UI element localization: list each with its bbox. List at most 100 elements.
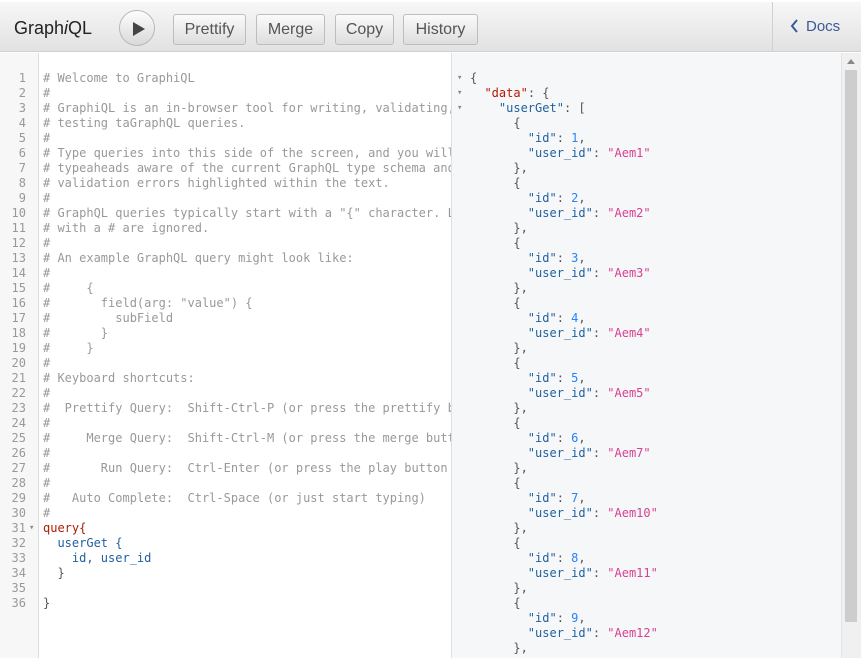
line-number: 10 [11,206,26,220]
code-line[interactable]: 5 # [0,131,451,146]
json-text: "id": 7, [470,491,586,506]
json-text: "user_id": "Aem10" [470,506,658,521]
json-token-punct: : [592,446,608,460]
json-token-punct: : [592,626,608,640]
result-scrollbar[interactable] [841,53,861,658]
prettify-button[interactable]: Prettify [173,14,246,45]
code-text: # [43,476,51,490]
json-text: { [470,476,520,491]
code-line[interactable]: 4 # testing taGraphQL queries. [0,116,451,131]
line-number: 6 [18,146,26,160]
code-line[interactable]: 15 # { [0,281,451,296]
line-number: 17 [11,311,26,325]
line-number: 27 [11,461,26,475]
code-line[interactable]: 26 # [0,446,451,461]
result-line: "user_id": "Aem4" [452,326,842,341]
code-line[interactable]: 9 # [0,191,451,206]
history-button[interactable]: History [403,14,478,45]
code-line[interactable]: 33 id, user_id [0,551,451,566]
json-token-punct: }, [470,581,528,595]
play-icon [133,22,145,36]
json-text: "userGet": [ [470,101,586,116]
result-line: "id": 6, [452,431,842,446]
code-line[interactable]: 36} [0,596,451,611]
code-line[interactable]: 31 ▾ query{ [0,521,451,536]
json-token-punct: { [470,296,521,310]
code-line[interactable]: 11 # with a # are ignored. [0,221,451,236]
code-line[interactable]: 2 # [0,86,451,101]
code-line[interactable]: 7 # typeaheads aware of the current Graph… [0,161,451,176]
code-line[interactable]: 20 # [0,356,451,371]
code-text: # GraphiQL is an in-browser tool for wri… [43,101,451,115]
code-line[interactable]: 27 # Run Query: Ctrl-Enter (or press the … [0,461,451,476]
code-text: userGet { [43,536,123,550]
code-line[interactable]: 35 [0,581,451,596]
code-line[interactable]: 10 # GraphQL queries typically start with… [0,206,451,221]
fold-arrow-icon[interactable]: ▾ [457,86,462,101]
code-line[interactable]: 23 # Prettify Query: Shift-Ctrl-P (or pre… [0,401,451,416]
code-text: # Welcome to GraphiQL [43,71,195,85]
code-line[interactable]: 6 # Type queries into this side of the sc… [0,146,451,161]
line-number: 26 [11,446,26,460]
fold-arrow-icon[interactable]: ▾ [29,521,34,536]
json-token-key: "id" [527,131,557,145]
code-line[interactable]: 22 # [0,386,451,401]
merge-button[interactable]: Merge [256,14,325,45]
code-line[interactable]: 18 # } [0,326,451,341]
json-token-punct: : [556,311,572,325]
docs-button[interactable]: Docs [772,2,861,51]
code-line[interactable]: 17 # subField [0,311,451,326]
query-editor[interactable]: 1 # Welcome to GraphiQL 2 #3 # GraphiQL is a… [0,53,451,658]
result-line: "id": 7, [452,491,842,506]
line-number: 11 [11,221,26,235]
code-line[interactable]: 19 # } [0,341,451,356]
code-line[interactable]: 8 # validation errors highlighted within … [0,176,451,191]
code-line[interactable]: 25 # Merge Query: Shift-Ctrl-M (or press … [0,431,451,446]
code-line[interactable]: 13 # An example GraphQL query might look … [0,251,451,266]
json-token-punct [470,626,528,640]
code-text: # An example GraphQL query might look li… [43,251,354,265]
result-line: { [452,236,842,251]
code-line[interactable]: 16 # field(arg: "value") { [0,296,451,311]
code-line[interactable]: 29 # Auto Complete: Ctrl-Space (or just s… [0,491,451,506]
code-line[interactable]: 12 # [0,236,451,251]
code-text: # { [43,281,94,295]
json-text: }, [470,581,528,596]
result-line: "id": 5, [452,371,842,386]
result-line: }, [452,281,842,296]
line-number: 33 [11,551,26,565]
line-number: 4 [18,116,26,130]
json-text: { [470,176,520,191]
json-token-key: "user_id" [527,446,593,460]
json-text: { [470,416,521,431]
scroll-up-arrow-icon[interactable] [847,58,855,64]
scrollbar-thumb[interactable] [845,70,857,622]
json-token-punct: : [556,371,572,385]
code-line[interactable]: 3 # GraphiQL is an in-browser tool for wr… [0,101,451,116]
fold-arrow-icon[interactable]: ▾ [457,71,462,86]
json-token-key: "userGet" [498,101,564,115]
code-text: } [43,596,51,610]
line-number: 9 [18,191,26,205]
code-line[interactable]: 34 } [0,566,451,581]
line-number: 19 [11,341,26,355]
fold-arrow-icon[interactable]: ▾ [457,101,462,116]
json-token-punct: { [470,416,521,430]
json-text: "id": 5, [470,371,586,386]
json-token-str: "Aem10" [607,506,658,520]
json-token-punct: : [592,386,608,400]
json-token-punct: }, [470,401,528,415]
code-line[interactable]: 21 # Keyboard shortcuts: [0,371,451,386]
code-line[interactable]: 14 # [0,266,451,281]
copy-button[interactable]: Copy [335,14,394,45]
code-line[interactable]: 28 # [0,476,451,491]
line-number: 18 [11,326,26,340]
code-line[interactable]: 24 # [0,416,451,431]
app-title-part: Graph [14,18,65,38]
execute-query-button[interactable] [119,10,155,46]
code-line[interactable]: 32 userGet { [0,536,451,551]
json-token-key: "id" [527,191,557,205]
code-line[interactable]: 1 # Welcome to GraphiQL [0,71,451,86]
result-line: { [452,416,842,431]
code-line[interactable]: 30 # [0,506,451,521]
